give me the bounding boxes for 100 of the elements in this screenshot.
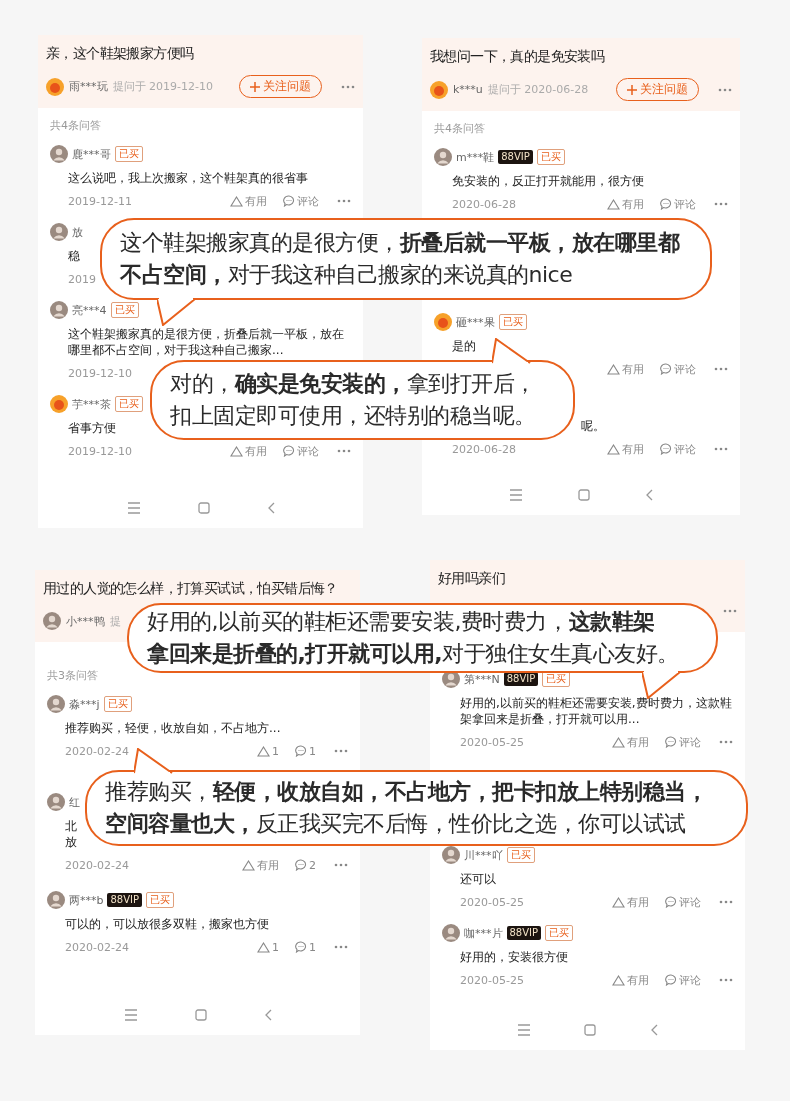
answer-date: 2019-12-10 bbox=[68, 444, 132, 458]
asker-name: k***u bbox=[453, 83, 483, 96]
answer-text: 这个鞋架搬家真的是很方便，折叠后就一平板，放在哪里都不占空间，对于我这种自己搬家... bbox=[68, 326, 345, 358]
triangle-icon bbox=[230, 195, 243, 207]
triangle-icon bbox=[612, 974, 625, 986]
chat-icon bbox=[660, 443, 672, 455]
question-title: 亲，这个鞋架搬家方便吗 bbox=[46, 45, 195, 63]
chat-icon bbox=[295, 745, 307, 757]
comment-button[interactable]: 评论 bbox=[665, 972, 701, 988]
bought-badge: 已买 bbox=[146, 892, 175, 908]
asked-date: 提 bbox=[109, 613, 121, 629]
more-icon[interactable] bbox=[714, 447, 728, 451]
comment-button[interactable]: 1 bbox=[295, 744, 316, 758]
like-button[interactable]: 有用 bbox=[607, 361, 644, 377]
like-button[interactable]: 有用 bbox=[607, 196, 644, 212]
chat-icon bbox=[665, 896, 677, 908]
question-title: 我想问一下，真的是免安装吗 bbox=[430, 48, 606, 66]
like-button[interactable]: 有用 bbox=[612, 894, 649, 910]
like-button[interactable]: 有用 bbox=[230, 193, 267, 209]
chat-icon bbox=[665, 974, 677, 986]
like-button[interactable]: 有用 bbox=[612, 734, 649, 750]
comment-button[interactable]: 评论 bbox=[283, 443, 319, 459]
menu-icon[interactable] bbox=[126, 502, 141, 514]
vip-badge: 88VIP bbox=[506, 926, 542, 940]
comment-button[interactable]: 评论 bbox=[660, 361, 696, 377]
answer-text: 好用的，安装很方便 bbox=[460, 949, 568, 965]
triangle-icon bbox=[257, 745, 270, 757]
comment-button[interactable]: 评论 bbox=[660, 196, 696, 212]
answer-date: 2020-05-25 bbox=[460, 973, 524, 987]
chat-icon bbox=[283, 445, 295, 457]
menu-icon[interactable] bbox=[516, 1024, 531, 1036]
answer-date: 2020-05-25 bbox=[460, 735, 524, 749]
callout-text: 这个鞋架搬家真的是很方便，折叠后就一平板，放在哪里都不占空间，对于我这种自己搬家的来说真的nice bbox=[120, 229, 681, 289]
back-icon[interactable] bbox=[650, 1024, 659, 1036]
like-button[interactable]: 有用 bbox=[230, 443, 267, 459]
user-name: 两***b bbox=[69, 892, 104, 908]
like-button[interactable]: 1 bbox=[257, 744, 279, 758]
user-name: 咖***片 bbox=[464, 925, 503, 941]
comment-button[interactable]: 评论 bbox=[660, 441, 696, 457]
like-button[interactable]: 有用 bbox=[612, 972, 649, 988]
bought-badge: 已买 bbox=[545, 925, 574, 941]
comment-button[interactable]: 1 bbox=[295, 940, 316, 954]
menu-icon[interactable] bbox=[123, 1009, 138, 1021]
answer-text: 稳 bbox=[68, 248, 80, 264]
comment-button[interactable]: 2 bbox=[295, 858, 316, 872]
square-icon[interactable] bbox=[197, 502, 210, 514]
answer-count: 共4条问答 bbox=[434, 121, 485, 136]
more-icon[interactable] bbox=[337, 199, 351, 203]
vip-badge: 88VIP bbox=[107, 893, 143, 907]
more-icon[interactable] bbox=[723, 609, 737, 613]
more-icon[interactable] bbox=[719, 900, 733, 904]
back-icon[interactable] bbox=[644, 489, 653, 501]
more-icon[interactable] bbox=[719, 978, 733, 982]
back-icon[interactable] bbox=[263, 1009, 272, 1021]
more-icon[interactable] bbox=[714, 367, 728, 371]
menu-icon[interactable] bbox=[509, 489, 524, 501]
answer-count: 共3条问答 bbox=[47, 668, 98, 683]
square-icon[interactable] bbox=[584, 1024, 597, 1036]
user-name: 砸***果 bbox=[456, 314, 495, 330]
triangle-icon bbox=[257, 941, 270, 953]
user-name: 川***吖 bbox=[464, 847, 503, 863]
more-icon[interactable] bbox=[334, 749, 348, 753]
plus-icon bbox=[250, 81, 260, 92]
more-icon[interactable] bbox=[714, 202, 728, 206]
more-icon[interactable] bbox=[719, 740, 733, 744]
answer-date: 2020-06-28 bbox=[452, 442, 516, 456]
bought-badge: 已买 bbox=[498, 314, 527, 330]
callout-text: 推荐购买，轻便，收放自如，不占地方，把卡扣放上特别稳当，空间容量也大，反正我买完不后悔，性价比之选，你可以试试 bbox=[105, 778, 708, 838]
comment-button[interactable]: 评论 bbox=[665, 734, 701, 750]
more-icon[interactable] bbox=[334, 863, 348, 867]
plus-icon bbox=[627, 84, 637, 95]
back-icon[interactable] bbox=[266, 502, 275, 514]
triangle-icon bbox=[612, 896, 625, 908]
chat-icon bbox=[283, 195, 295, 207]
bought-badge: 已买 bbox=[536, 149, 565, 165]
like-button[interactable]: 1 bbox=[257, 940, 279, 954]
question-title: 用过的人觉的怎么样，打算买试试，怕买错后悔？ bbox=[43, 580, 339, 598]
chat-icon bbox=[295, 859, 307, 871]
user-name: 放 bbox=[72, 224, 83, 240]
comment-button[interactable]: 评论 bbox=[665, 894, 701, 910]
answer-date: 2020-02-24 bbox=[65, 940, 129, 954]
user-name: 芋***茶 bbox=[72, 396, 111, 412]
like-button[interactable]: 有用 bbox=[607, 441, 644, 457]
user-name: 红 bbox=[69, 794, 80, 810]
answer-text: 免安装的，反正打开就能用，很方便 bbox=[452, 173, 644, 189]
more-icon[interactable] bbox=[337, 449, 351, 453]
comment-button[interactable]: 评论 bbox=[283, 193, 319, 209]
more-icon[interactable] bbox=[334, 945, 348, 949]
triangle-icon bbox=[607, 363, 620, 375]
more-icon[interactable] bbox=[718, 87, 732, 92]
square-icon[interactable] bbox=[194, 1009, 207, 1021]
more-icon[interactable] bbox=[341, 84, 355, 89]
triangle-icon bbox=[242, 859, 255, 871]
bought-badge: 已买 bbox=[114, 396, 143, 412]
callout-line: 拿回来是折叠的,打开就可以用,对于独住女生真心友好。 bbox=[147, 640, 679, 668]
triangle-icon bbox=[230, 445, 243, 457]
answer-text: 是的 bbox=[452, 338, 476, 354]
bought-badge: 已买 bbox=[506, 847, 535, 863]
like-button[interactable]: 有用 bbox=[242, 857, 279, 873]
square-icon[interactable] bbox=[578, 489, 590, 501]
